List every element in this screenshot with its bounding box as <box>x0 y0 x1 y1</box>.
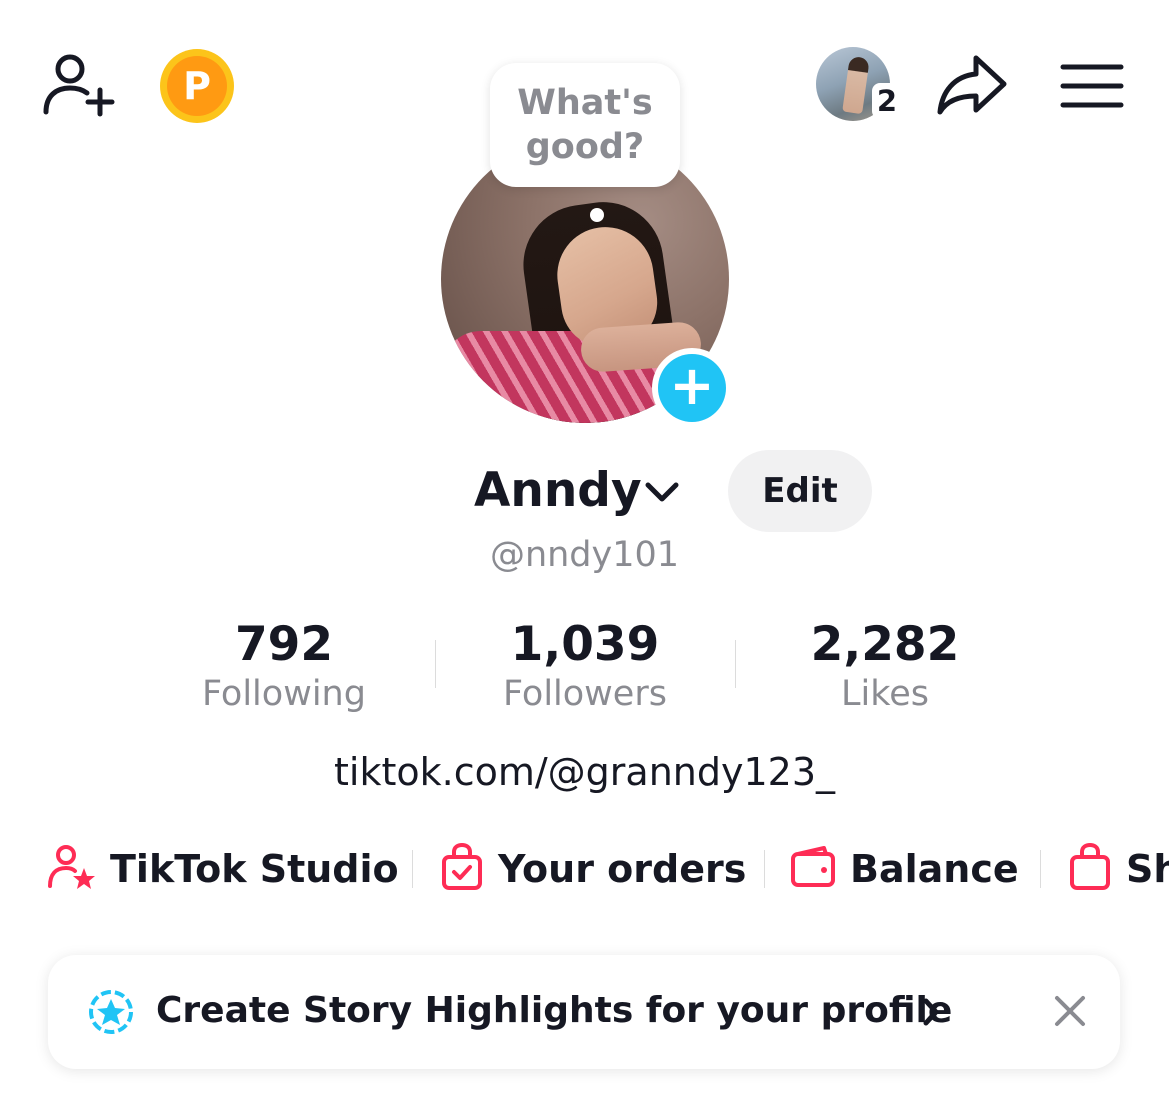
edit-profile-button[interactable]: Edit <box>728 450 872 532</box>
coin-icon[interactable]: P <box>160 49 234 123</box>
chevron-right-icon <box>916 995 946 1029</box>
wallet-icon <box>790 846 836 892</box>
bag-check-icon <box>440 842 484 895</box>
close-icon[interactable] <box>1050 991 1090 1031</box>
quick-link-shop[interactable]: Sh <box>1068 842 1169 896</box>
add-story-button[interactable]: + <box>652 348 732 428</box>
coin-letter: P <box>167 56 227 116</box>
divider <box>764 850 765 888</box>
stat-label: Followers <box>503 674 667 714</box>
stat-value: 792 <box>234 617 334 672</box>
shopping-bag-icon <box>1068 842 1112 895</box>
stat-value: 1,039 <box>510 617 660 672</box>
bubble-tail-dot <box>590 208 604 222</box>
menu-icon[interactable] <box>1060 62 1124 110</box>
stat-likes[interactable]: 2,282 Likes <box>735 614 1035 716</box>
bio-link[interactable]: tiktok.com/@granndy123_ <box>0 746 1169 798</box>
display-name: Anndy <box>474 463 642 518</box>
share-icon[interactable] <box>934 52 1010 118</box>
status-bubble-text: What's good? <box>517 83 653 167</box>
quick-link-your-orders[interactable]: Your orders <box>440 842 746 896</box>
quick-link-label: Your orders <box>498 847 747 891</box>
visitor-count-badge: 2 <box>872 83 902 119</box>
divider <box>412 850 413 888</box>
quick-link-balance[interactable]: Balance <box>790 842 1019 896</box>
banner-text: Create Story Highlights for your profile <box>156 990 953 1031</box>
person-star-icon <box>46 844 96 894</box>
add-friend-icon[interactable] <box>40 52 116 118</box>
plus-icon: + <box>658 354 726 422</box>
username: @nndy101 <box>489 535 680 575</box>
divider <box>1040 850 1041 888</box>
stat-following[interactable]: 792 Following <box>134 614 434 716</box>
story-star-icon <box>86 987 136 1037</box>
status-bubble[interactable]: What's good? <box>490 63 680 187</box>
story-highlights-banner[interactable]: Create Story Highlights for your profile <box>48 955 1120 1069</box>
stat-value: 2,282 <box>810 617 960 672</box>
stat-followers[interactable]: 1,039 Followers <box>435 614 735 716</box>
stat-label: Likes <box>840 674 929 714</box>
quick-link-tiktok-studio[interactable]: TikTok Studio <box>46 842 399 896</box>
stat-label: Following <box>202 674 366 714</box>
quick-link-label: TikTok Studio <box>110 847 399 891</box>
quick-link-label: Balance <box>850 847 1019 891</box>
chevron-down-icon[interactable] <box>642 475 682 509</box>
quick-link-label: Sh <box>1126 847 1169 891</box>
